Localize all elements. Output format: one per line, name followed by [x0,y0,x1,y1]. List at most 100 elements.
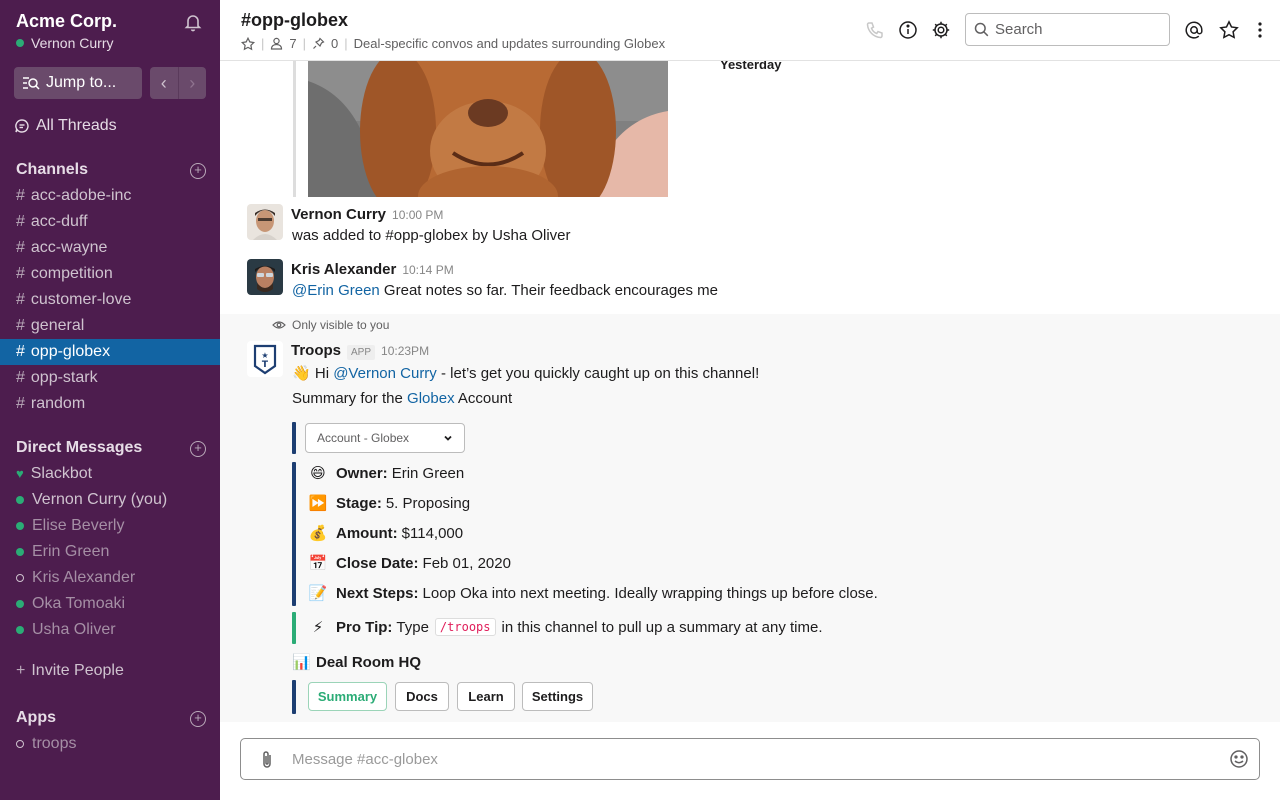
search-placeholder: Search [995,21,1043,38]
workspace-header[interactable]: Acme Corp. Vernon Curry [16,10,117,51]
message-text: @Erin Green Great notes so far. Their fe… [292,282,718,299]
all-threads-link[interactable]: All Threads [14,117,117,135]
message-author[interactable]: Troops [291,342,341,359]
dm-label: Usha Oliver [32,621,116,638]
dm-heading[interactable]: Direct Messages [16,439,142,457]
member-count[interactable]: 7 [289,36,296,51]
attachment-bar [292,422,296,454]
field-value: 5. Proposing [385,494,471,512]
summary-button[interactable]: Summary [308,682,387,711]
user-mention[interactable]: @Vernon Curry [333,365,437,382]
starred-icon[interactable] [1219,20,1239,40]
sidebar-item-dm[interactable]: Erin Green [0,539,220,565]
channel-title[interactable]: #opp-globex [241,10,348,31]
message-time[interactable]: 10:14 PM [402,263,453,277]
workspace-name[interactable]: Acme Corp. [16,10,117,32]
sidebar-item-dm[interactable]: Oka Tomoaki [0,591,220,617]
sidebar-item-acc-duff[interactable]: # acc-duff [0,209,220,235]
forward-arrow-icon[interactable]: › [177,67,207,99]
ephemeral-message: Only visible to you ★ T Troops APP 10:23PM … [220,314,1280,722]
jump-to-button[interactable]: Jump to... [14,67,142,99]
plus-icon: + [16,662,26,679]
apps-heading[interactable]: Apps [16,709,56,727]
pro-tip-prefix: Type [396,618,429,636]
add-app-icon[interactable]: + [190,711,206,727]
sidebar-item-dm[interactable]: Usha Oliver [0,617,220,643]
pro-tip-suffix: in this channel to pull up a summary at … [501,618,823,636]
app-list: troops [0,731,220,757]
channel-label: general [30,317,85,334]
sidebar-item-random[interactable]: # random [0,391,220,417]
attachment-bar [292,680,296,714]
channel-list: # acc-adobe-inc # acc-duff # acc-wayne # compet… [0,183,220,417]
bell-icon[interactable] [183,12,203,32]
back-arrow-icon[interactable]: ‹ [150,67,178,99]
field-emoji-icon: 😄 [310,465,326,482]
user-mention[interactable]: @Erin Green [292,282,380,299]
sidebar-item-general[interactable]: # general [0,313,220,339]
emoji-icon[interactable] [1229,749,1249,769]
mentions-icon[interactable] [1184,20,1204,40]
more-icon[interactable] [1250,20,1270,40]
pin-icon[interactable] [312,37,325,50]
app-badge: APP [347,345,376,360]
presence-active-icon [16,548,24,556]
chevron-down-icon [444,435,452,441]
lightning-icon: ⚡ [312,619,324,636]
meta-separator: | [344,36,348,51]
field-label: Owner: [336,464,388,482]
hash-icon: # [16,239,25,256]
sidebar-item-customer-love[interactable]: # customer-love [0,287,220,313]
sidebar-item-opp-globex[interactable]: # opp-globex [0,339,220,365]
sidebar-item-dm[interactable]: ♥ Slackbot [0,461,220,487]
paperclip-icon[interactable] [258,750,276,770]
eye-icon [272,321,286,329]
account-link[interactable]: Globex [407,390,455,407]
message-author[interactable]: Vernon Curry [291,206,386,223]
sidebar-item-competition[interactable]: # competition [0,261,220,287]
message-composer[interactable]: Message #acc-globex [240,738,1260,780]
star-icon[interactable] [241,36,255,51]
app-label: troops [32,735,77,752]
info-icon[interactable] [898,20,918,40]
members-icon[interactable] [270,37,283,50]
svg-text:T: T [262,360,269,370]
docs-button[interactable]: Docs [395,682,449,711]
sidebar-item-app[interactable]: troops [0,731,220,757]
meta-separator: | [302,36,307,51]
channels-heading[interactable]: Channels [16,161,88,179]
channel-meta: | 7 | 0 | Deal-specific convos and updat… [241,36,665,51]
dog-image[interactable] [308,61,668,197]
gear-icon[interactable] [931,20,951,40]
message-author[interactable]: Kris Alexander [291,261,396,278]
hash-icon: # [16,395,25,412]
search-input[interactable]: Search [965,13,1170,46]
add-channel-icon[interactable]: + [190,163,206,179]
sidebar-item-dm[interactable]: Elise Beverly [0,513,220,539]
presence-active-icon [16,39,24,47]
settings-button[interactable]: Settings [522,682,593,711]
pin-count[interactable]: 0 [331,36,338,51]
add-dm-icon[interactable]: + [190,441,206,457]
dm-label: Elise Beverly [32,517,125,534]
invite-people-link[interactable]: + Invite People [16,662,124,680]
message-time[interactable]: 10:23PM [381,344,429,358]
learn-button[interactable]: Learn [457,682,515,711]
phone-icon[interactable] [865,20,885,40]
sidebar-item-dm[interactable]: Vernon Curry (you) [0,487,220,513]
troops-app-avatar[interactable]: ★ T [247,341,283,377]
presence-active-icon [16,626,24,634]
account-select[interactable]: Account - Globex [305,423,465,453]
sidebar-item-acc-adobe-inc[interactable]: # acc-adobe-inc [0,183,220,209]
sidebar-item-dm[interactable]: Kris Alexander [0,565,220,591]
sidebar-item-acc-wayne[interactable]: # acc-wayne [0,235,220,261]
dm-label: Oka Tomoaki [32,595,126,612]
channel-topic[interactable]: Deal-specific convos and updates surroun… [354,36,665,51]
avatar[interactable] [247,259,283,295]
sidebar-item-opp-stark[interactable]: # opp-stark [0,365,220,391]
message-time[interactable]: 10:00 PM [392,208,443,222]
avatar[interactable] [247,204,283,240]
field-emoji-icon: 📝 [308,585,328,602]
message-feed[interactable]: Yesterday Vernon Curry 10:00 PM was added… [220,61,1280,722]
meta-separator: | [261,36,265,51]
